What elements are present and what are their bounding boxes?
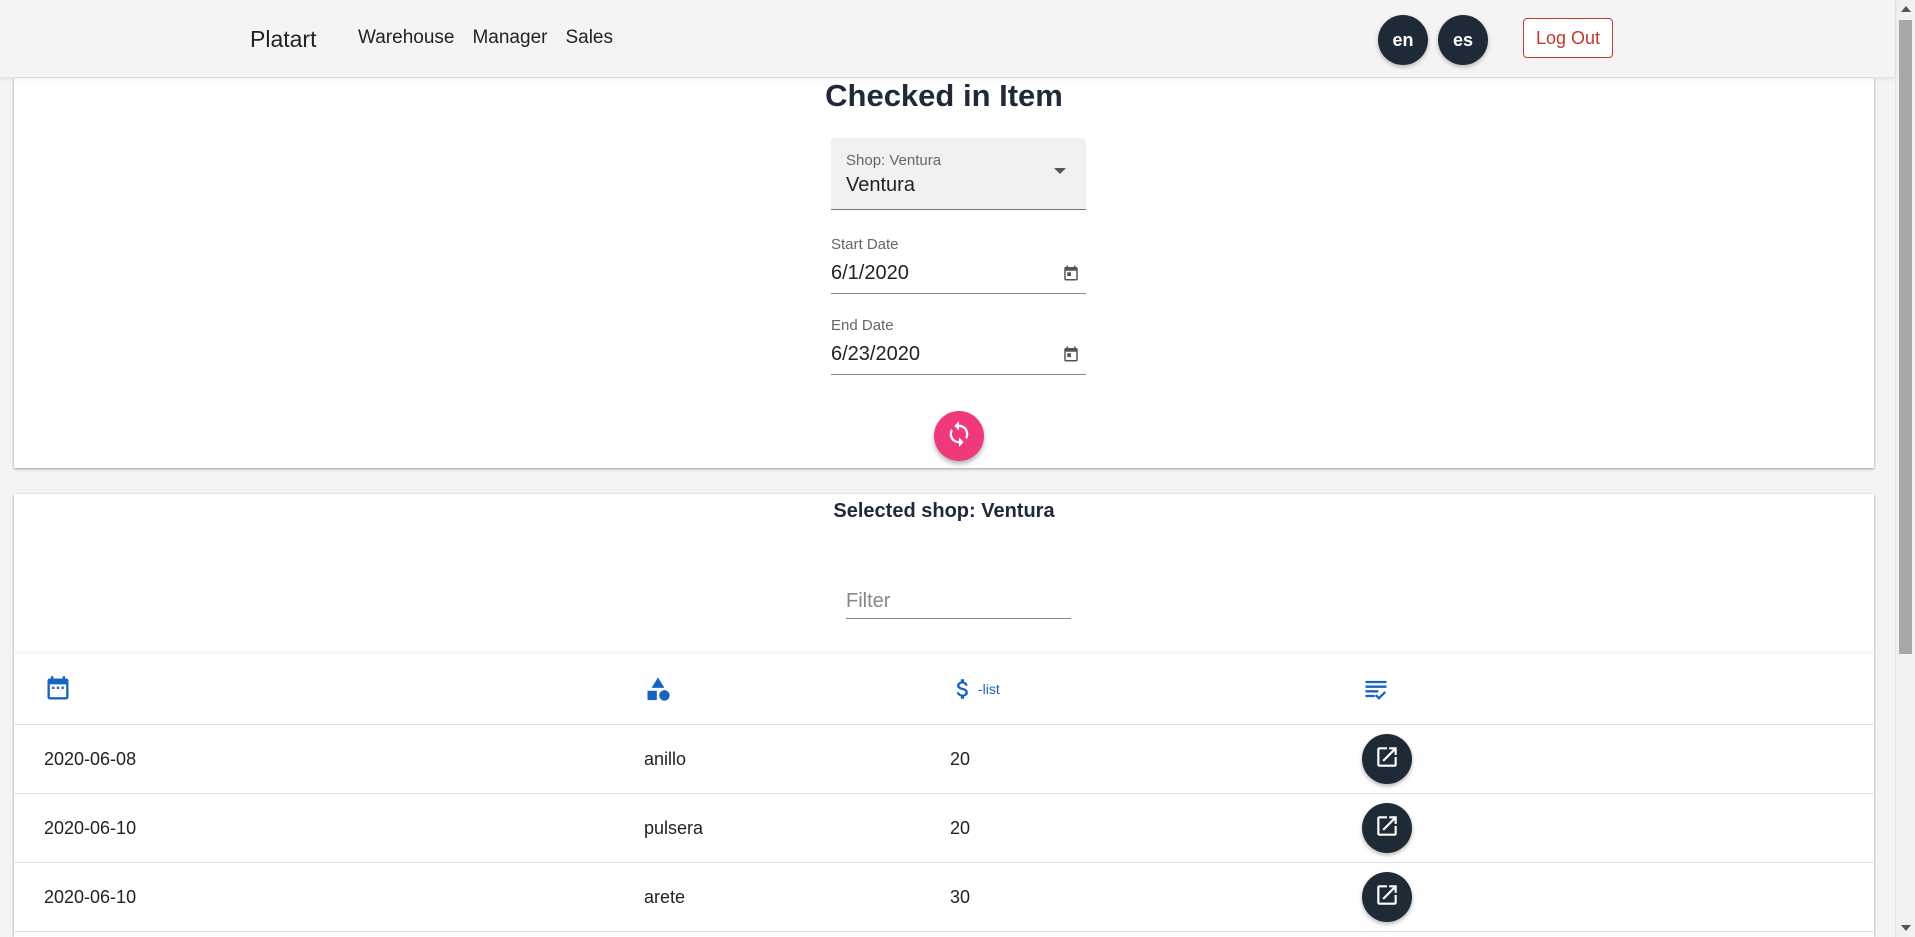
row-price: 30 xyxy=(950,886,971,907)
search-form-card: Checked in Item Shop: Ventura Ventura St… xyxy=(14,78,1874,468)
refresh-button[interactable] xyxy=(934,411,984,461)
calendar-picker-icon[interactable] xyxy=(1062,264,1080,282)
row-item: anillo xyxy=(644,748,687,769)
top-navbar: Platart Warehouse Manager Sales en es Lo… xyxy=(0,0,1895,77)
table-row: 2020-06-10 arete 30 xyxy=(14,863,1874,932)
open-in-new-icon xyxy=(1374,813,1400,844)
open-in-new-icon xyxy=(1374,744,1400,775)
filter-input[interactable] xyxy=(846,584,1071,618)
row-price: 20 xyxy=(950,748,971,769)
table-header-row: -list xyxy=(14,654,1874,725)
nav-link-sales[interactable]: Sales xyxy=(565,27,613,49)
refresh-icon xyxy=(945,420,973,453)
selected-shop-heading: Selected shop: Ventura xyxy=(833,500,1055,522)
end-date-value: 6/23/2020 xyxy=(831,343,920,365)
table-row: 2020-06-10 pulsera 20 xyxy=(14,794,1874,863)
open-in-new-icon xyxy=(1374,882,1400,913)
row-date: 2020-06-10 xyxy=(44,817,137,838)
item-column-header[interactable] xyxy=(644,654,672,724)
table-row: 2020-06-08 anillo 20 xyxy=(14,725,1874,794)
shapes-icon xyxy=(644,675,672,703)
start-date-label: Start Date xyxy=(831,236,899,253)
scroll-thumb[interactable] xyxy=(1899,20,1912,654)
start-date-field[interactable]: Start Date 6/1/2020 xyxy=(831,236,1086,294)
detail-column-header[interactable] xyxy=(1362,654,1390,724)
shop-select-label: Shop: Ventura xyxy=(846,152,942,169)
shop-select[interactable]: Shop: Ventura Ventura xyxy=(831,138,1086,210)
language-en-button[interactable]: en xyxy=(1378,15,1428,65)
price-header-suffix: -list xyxy=(978,681,1000,697)
filter-field[interactable] xyxy=(846,584,1071,619)
items-table: -list 2020-06-08 anillo 20 2020-06-10 pu… xyxy=(14,654,1874,932)
calendar-icon xyxy=(44,675,72,703)
row-price: 20 xyxy=(950,817,971,838)
end-date-label: End Date xyxy=(831,317,894,334)
nav-link-manager[interactable]: Manager xyxy=(472,27,547,49)
row-action xyxy=(1362,725,1412,793)
price-column-header[interactable]: -list xyxy=(950,654,1000,724)
language-es-button[interactable]: es xyxy=(1438,15,1488,65)
scroll-down-arrow-icon[interactable] xyxy=(1901,925,1911,931)
row-date: 2020-06-10 xyxy=(44,886,137,907)
page-scrollbar[interactable] xyxy=(1895,0,1915,937)
brand-logo[interactable]: Platart xyxy=(250,26,316,53)
page-title: Checked in Item xyxy=(825,78,1063,113)
nav-links: Warehouse Manager Sales xyxy=(358,27,613,49)
dropdown-arrow-icon xyxy=(1054,168,1066,174)
row-item: arete xyxy=(644,886,686,907)
open-detail-button[interactable] xyxy=(1362,734,1412,784)
calendar-picker-icon[interactable] xyxy=(1062,345,1080,363)
scroll-up-arrow-icon[interactable] xyxy=(1901,6,1911,12)
row-date: 2020-06-08 xyxy=(44,748,137,769)
row-item: pulsera xyxy=(644,817,704,838)
start-date-value: 6/1/2020 xyxy=(831,262,909,284)
dollar-icon xyxy=(950,676,976,702)
row-action xyxy=(1362,794,1412,862)
shop-select-value: Ventura xyxy=(846,174,915,196)
checklist-icon xyxy=(1362,675,1390,703)
results-card: Selected shop: Ventura -list xyxy=(14,494,1874,937)
open-detail-button[interactable] xyxy=(1362,872,1412,922)
date-column-header[interactable] xyxy=(44,654,72,724)
row-action xyxy=(1362,863,1412,931)
logout-button[interactable]: Log Out xyxy=(1523,18,1613,58)
nav-link-warehouse[interactable]: Warehouse xyxy=(358,27,454,49)
end-date-field[interactable]: End Date 6/23/2020 xyxy=(831,317,1086,375)
open-detail-button[interactable] xyxy=(1362,803,1412,853)
